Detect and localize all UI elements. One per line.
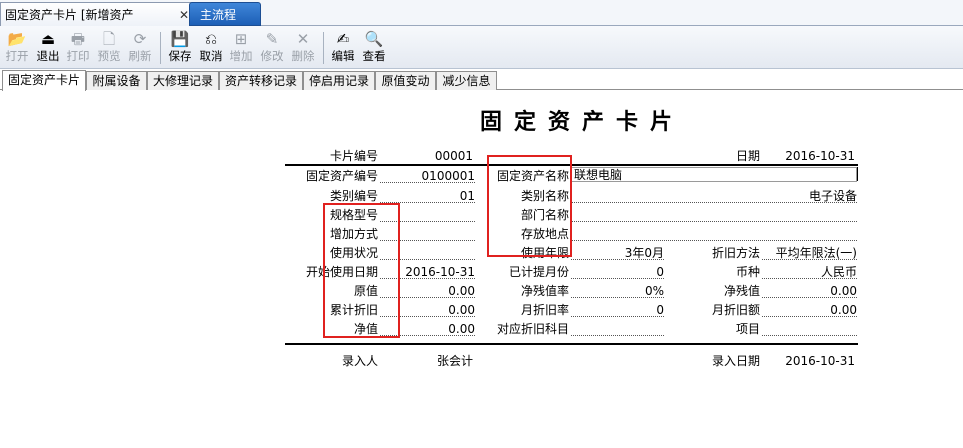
- edit-button[interactable]: ✍ 编辑: [328, 29, 358, 67]
- toolbar-separator: [160, 32, 161, 64]
- dep-subject-field[interactable]: [571, 322, 664, 336]
- document-tab-strip: 固定资产卡片 [新增资产 ✕ 主流程: [0, 0, 963, 26]
- card-section-tabs: 固定资产卡片 附属设备 大修理记录 资产转移记录 停启用记录 原值变动 减少信息: [0, 70, 963, 91]
- tab-attached-equipment[interactable]: 附属设备: [86, 71, 147, 90]
- category-no-field[interactable]: 01: [380, 189, 475, 203]
- salvage-label: 净残值: [723, 284, 760, 298]
- exit-door-icon: ⏏: [40, 30, 56, 48]
- toolbar-separator: [323, 32, 324, 64]
- dep-subject-label: 对应折旧科目: [496, 322, 569, 336]
- cancel-button[interactable]: ⎌ 取消: [196, 29, 226, 67]
- entered-by-value: 张会计: [436, 354, 473, 368]
- pencil-icon: ✎: [265, 30, 279, 48]
- monthly-rate-label: 月折旧率: [520, 303, 569, 317]
- currency-label: 币种: [735, 265, 760, 279]
- monthly-dep-field[interactable]: 0.00: [762, 303, 857, 317]
- edit-icon: ✍: [336, 30, 350, 48]
- tab-fixed-asset-card[interactable]: 固定资产卡片: [2, 70, 86, 91]
- folder-icon: 📂: [7, 30, 27, 48]
- project-field[interactable]: [762, 322, 857, 336]
- category-name-field[interactable]: 电子设备: [571, 189, 857, 203]
- tab-start-stop-records[interactable]: 停启用记录: [303, 71, 375, 90]
- delete-x-icon: ✕: [296, 30, 310, 48]
- highlight-box-middle: [487, 155, 572, 257]
- exit-button[interactable]: ⏏ 退出: [33, 29, 63, 67]
- entered-by-label: 录入人: [341, 354, 378, 368]
- preview-button[interactable]: 🗋 预览: [94, 29, 124, 67]
- project-label: 项目: [735, 322, 760, 336]
- refresh-button[interactable]: ⟳ 刷新: [125, 29, 155, 67]
- location-field[interactable]: [571, 227, 857, 241]
- delete-button[interactable]: ✕ 删除: [288, 29, 318, 67]
- card-no-label: 卡片编号: [329, 149, 378, 163]
- entry-date-label: 录入日期: [711, 354, 760, 368]
- date-value: 2016-10-31: [785, 149, 855, 163]
- date-label: 日期: [735, 149, 760, 163]
- card-bottom-border: [285, 343, 858, 345]
- salvage-rate-field[interactable]: 0%: [571, 284, 664, 298]
- view-button[interactable]: 🔍 查看: [359, 29, 389, 67]
- add-button[interactable]: ⊞ 增加: [226, 29, 256, 67]
- dep-method-label: 折旧方法: [711, 246, 760, 260]
- printer-icon: 🖶: [70, 30, 86, 48]
- entry-date-value: 2016-10-31: [785, 354, 855, 368]
- doc-tab-main-flow[interactable]: 主流程: [189, 2, 261, 26]
- salvage-field[interactable]: 0.00: [762, 284, 857, 298]
- tab-value-change[interactable]: 原值变动: [375, 71, 436, 90]
- card-no-value: 00001: [434, 149, 473, 163]
- doc-tab-label: 固定资产卡片 [新增资产: [5, 8, 134, 22]
- tab-overhaul-records[interactable]: 大修理记录: [147, 71, 219, 90]
- asset-no-label: 固定资产编号: [305, 169, 378, 183]
- tab-transfer-records[interactable]: 资产转移记录: [219, 71, 303, 90]
- refresh-icon: ⟳: [133, 30, 147, 48]
- salvage-rate-label: 净残值率: [520, 284, 569, 298]
- months-field[interactable]: 0: [571, 265, 664, 279]
- card-title: 固定资产卡片: [480, 109, 685, 135]
- save-button[interactable]: 💾 保存: [165, 29, 195, 67]
- magnifier-icon: 🔍: [364, 30, 384, 48]
- monthly-dep-label: 月折旧额: [711, 303, 760, 317]
- monthly-rate-field[interactable]: 0: [571, 303, 664, 317]
- currency-field[interactable]: 人民币: [762, 265, 857, 279]
- dept-field[interactable]: [571, 208, 857, 222]
- preview-page-icon: 🗋: [102, 30, 116, 48]
- highlight-box-left: [323, 203, 400, 338]
- card-right-border: [857, 167, 858, 181]
- tab-reduction-info[interactable]: 减少信息: [436, 71, 497, 90]
- months-label: 已计提月份: [508, 265, 569, 279]
- undo-icon: ⎌: [204, 30, 217, 48]
- open-button[interactable]: 📂 打开: [2, 29, 32, 67]
- doc-tab-fixed-asset-card[interactable]: 固定资产卡片 [新增资产 ✕: [0, 2, 196, 26]
- doc-tab-label: 主流程: [200, 8, 237, 22]
- add-icon: ⊞: [234, 30, 248, 48]
- floppy-disk-icon: 💾: [170, 30, 190, 48]
- print-button[interactable]: 🖶 打印: [63, 29, 93, 67]
- toolbar: 📂 打开 ⏏ 退出 🖶 打印 🗋 预览 ⟳ 刷新 💾 保存 ⎌ 取消 ⊞ 增加 ✎ 修改 ✕ 删除 …: [0, 26, 963, 69]
- modify-button[interactable]: ✎ 修改: [257, 29, 287, 67]
- dep-method-field[interactable]: 平均年限法(一): [762, 246, 857, 260]
- category-no-label: 类别编号: [329, 189, 378, 203]
- life-field[interactable]: 3年0月: [571, 246, 664, 260]
- asset-no-field[interactable]: 0100001: [380, 169, 475, 183]
- asset-name-input[interactable]: 联想电脑: [571, 167, 857, 182]
